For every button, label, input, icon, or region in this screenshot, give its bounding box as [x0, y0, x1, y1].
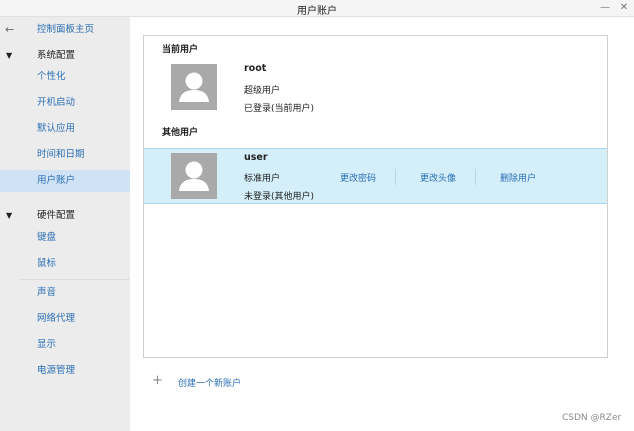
sidebar-item-network-proxy[interactable]: 网络代理 [0, 308, 130, 330]
current-user-type: 超级用户 [244, 86, 281, 96]
sidebar-group-label: 系统配置 [37, 50, 76, 61]
sidebar-divider [20, 279, 130, 280]
window-title: 用户账户 [297, 6, 337, 17]
delete-user-button[interactable]: 删除用户 [500, 171, 536, 184]
other-user-status: 未登录(其他用户) [244, 192, 315, 202]
close-icon[interactable]: ✕ [617, 1, 631, 15]
plus-icon: + [152, 373, 163, 388]
sidebar-item-keyboard[interactable]: 键盘 [0, 227, 130, 249]
sidebar-item-personalization[interactable]: 个性化 [0, 66, 130, 88]
title-bar: 用户账户 — ✕ [0, 0, 634, 17]
sidebar-item-display[interactable]: 显示 [0, 334, 130, 356]
action-divider [475, 169, 476, 185]
minimize-icon[interactable]: — [598, 1, 612, 15]
sidebar-item-power[interactable]: 电源管理 [0, 360, 130, 382]
other-user-name: user [244, 152, 268, 163]
section-title-current-user: 当前用户 [162, 45, 199, 55]
action-divider [395, 169, 396, 185]
sidebar-item-startup[interactable]: 开机启动 [0, 92, 130, 114]
triangle-down-icon: ▼ [6, 51, 13, 60]
user-silhouette-icon [171, 64, 217, 110]
current-user-name: root [244, 63, 267, 74]
create-account-label: 创建一个新账户 [178, 379, 242, 389]
sidebar: ← 控制面板主页 ▼ 系统配置 个性化 开机启动 默认应用 时间和日期 用户账户… [0, 17, 130, 431]
sidebar-item-mouse[interactable]: 鼠标 [0, 253, 130, 275]
section-title-other-users: 其他用户 [162, 128, 199, 138]
watermark: CSDN @RZer [562, 413, 622, 423]
change-password-button[interactable]: 更改密码 [340, 171, 376, 184]
sidebar-item-sound[interactable]: 声音 [0, 282, 130, 304]
sidebar-group-hardware[interactable]: ▼ 硬件配置 [0, 206, 130, 226]
sidebar-item-date-time[interactable]: 时间和日期 [0, 144, 130, 166]
current-user-status: 已登录(当前用户) [244, 104, 315, 114]
triangle-down-icon: ▼ [6, 211, 13, 220]
sidebar-item-default-apps[interactable]: 默认应用 [0, 118, 130, 140]
user-silhouette-icon [171, 153, 217, 199]
sidebar-item-control-panel-home[interactable]: 控制面板主页 [0, 19, 130, 41]
accounts-panel: 当前用户 root 超级用户 已登录(当前用户) 其他用户 user 标准用户 … [143, 35, 608, 358]
sidebar-item-user-accounts[interactable]: 用户账户 [0, 170, 130, 192]
user-row-selected[interactable]: user 标准用户 未登录(其他用户) 更改密码 更改头像 删除用户 [144, 148, 607, 204]
sidebar-group-label: 硬件配置 [37, 210, 76, 221]
other-user-type: 标准用户 [244, 174, 281, 184]
sidebar-group-system[interactable]: ▼ 系统配置 [0, 46, 130, 66]
change-avatar-button[interactable]: 更改头像 [420, 171, 456, 184]
